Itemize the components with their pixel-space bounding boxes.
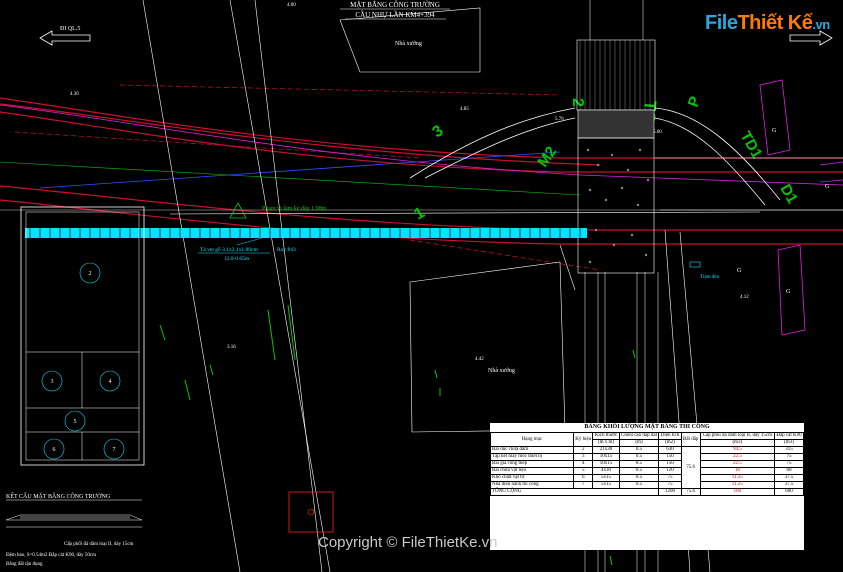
label-1: 1 <box>412 204 428 223</box>
g-label: G <box>772 128 777 134</box>
direction-arrow-left: ĐI QL.5 <box>39 26 91 46</box>
building-bottom-outline <box>409 261 566 433</box>
elevation-label: 4.30 <box>70 92 79 97</box>
table-row: Bãi đúc chứa dầm 2 21x30 0.5 630 75.6 94… <box>490 446 805 489</box>
drawing-title: MẶT BẰNG CÔNG TRƯỜNG <box>350 1 440 9</box>
copyright-watermark: Copyright © FileThietKe.vn <box>318 534 498 551</box>
elevation-label: 4.85 <box>460 107 469 112</box>
table-unit: (m3) <box>773 439 805 447</box>
elevation-label: 4.00 <box>287 3 296 8</box>
plan-number: 4 <box>109 379 112 385</box>
tram-den-label: Trạm đèn <box>700 275 720 280</box>
table-header: Kích thước <box>592 432 620 440</box>
green-annotations: Phạm vi làm kè dày 1.98m <box>262 206 327 212</box>
table-header: Chiều cao đắp đất <box>618 432 660 440</box>
g-label: G <box>825 184 830 190</box>
quantity-table: BẢNG KHỐI LƯỢNG MẶT BẰNG THI CÔNG Hạng m… <box>489 423 805 550</box>
table-unit: (m x m) <box>592 439 620 447</box>
plan-number: 3 <box>51 379 54 385</box>
table-unit: (m3) <box>699 439 775 447</box>
road-note: Phạm vi làm kè dày 1.98m <box>262 206 327 212</box>
table-header: Diện tích <box>658 432 682 440</box>
label-td1: TD1 <box>737 129 766 162</box>
direction-label: ĐI QL.5 <box>60 26 80 32</box>
g-label: G <box>737 268 742 274</box>
building-bottom-label: Nhà xưởng <box>488 368 515 374</box>
table-caption: BẢNG KHỐI LƯỢNG MẶT BẰNG THI CÔNG <box>584 424 710 430</box>
section-note-1: Cấp phối đá dăm loại II, dày 15cm <box>64 542 134 547</box>
table-total-row: TỔNG CỘNG 1200 75.6 180 600 <box>489 488 805 496</box>
plan-number: 5 <box>74 419 77 425</box>
building-top-label: Nhà xưởng <box>395 41 422 47</box>
table-row: Bãi chứa vật liệu 5 4x30 0.5 120 18 60 <box>490 467 805 475</box>
table-unit: (m) <box>618 439 660 447</box>
pipe-note: Tà vẹt gỗ 3.1x2.1x1.80cm <box>200 246 258 253</box>
section-note-3: Bằng đất tận dụng <box>6 561 43 567</box>
green-line <box>0 161 581 196</box>
table-row: Kho chứa vật tư 6 5x15 0.5 75 11.25 37.5 <box>490 474 805 482</box>
table-header: Ký hiệu <box>572 432 594 447</box>
section-note-2: Đệm bao, S=0.54m2 Đắp cát K90, dày 50cm <box>6 552 96 558</box>
brand-part: File <box>705 12 738 34</box>
tram-den-box <box>689 261 701 268</box>
table-unit: (m2) <box>658 439 682 447</box>
fill-value-cell: 75.6 <box>680 446 701 489</box>
elevation-label: 4.42 <box>475 357 484 362</box>
diagonal-lines <box>142 0 331 572</box>
g-boxes <box>759 79 843 336</box>
cyan-track: Tà vẹt gỗ 3.1x2.1x1.80cm l2.0-0.65m Ray … <box>25 228 587 262</box>
table-grid: Hạng mục Ký hiệu Kích thước Chiều cao đắ… <box>489 432 805 496</box>
label-d1: D1 <box>777 182 801 207</box>
site-plan-box: 2 3 4 5 6 7 <box>20 206 145 466</box>
label-m2: M2 <box>534 143 560 170</box>
elevation-label: 5.60 <box>653 130 662 135</box>
blue-axis-line <box>39 151 561 189</box>
g-label: G <box>786 289 791 295</box>
ray-note: Ray P43 <box>277 247 296 253</box>
table-header: Hạng mục <box>490 432 574 447</box>
table-header: Đất đắp <box>680 432 701 447</box>
label-3: 3 <box>430 122 447 141</box>
table-header: Đắp cát K90 <box>773 432 805 440</box>
section-legend: KẾT CẤU MẶT BẰNG CÔNG TRƯỜNG Cấp phối đá… <box>5 492 143 567</box>
elevation-label: 4.12 <box>740 295 749 300</box>
brand-logo: FileThiết Kế.vn <box>705 12 830 35</box>
brand-part: Thiết Kế <box>737 12 813 34</box>
plan-number: 2 <box>89 271 92 277</box>
table-row: Bãi gia công thép 4 10x15 0.5 150 22.5 7… <box>490 460 805 468</box>
elevation-label: 3.16 <box>227 345 236 350</box>
table-header-row: Hạng mục Ký hiệu Kích thước Chiều cao đắ… <box>490 432 805 447</box>
pipe-sub: l2.0-0.65m <box>225 256 250 262</box>
red-marker-box <box>288 491 334 533</box>
table-header: Cấp phối đá dăm loại II, dày 15cm <box>699 432 775 440</box>
label-p: P <box>685 94 704 109</box>
brand-part: .vn <box>812 17 830 32</box>
table-row: Tập kết máy móc thiết bị 3 10x15 0.5 150… <box>490 453 805 461</box>
table-row: Nhà điều hành thi công 7 5x15 0.5 75 11.… <box>490 481 805 489</box>
section-title: KẾT CẤU MẶT BẰNG CÔNG TRƯỜNG <box>6 492 111 500</box>
plan-number: 7 <box>113 447 116 453</box>
label-2: 2 <box>569 98 586 107</box>
plan-number: 6 <box>53 447 56 453</box>
